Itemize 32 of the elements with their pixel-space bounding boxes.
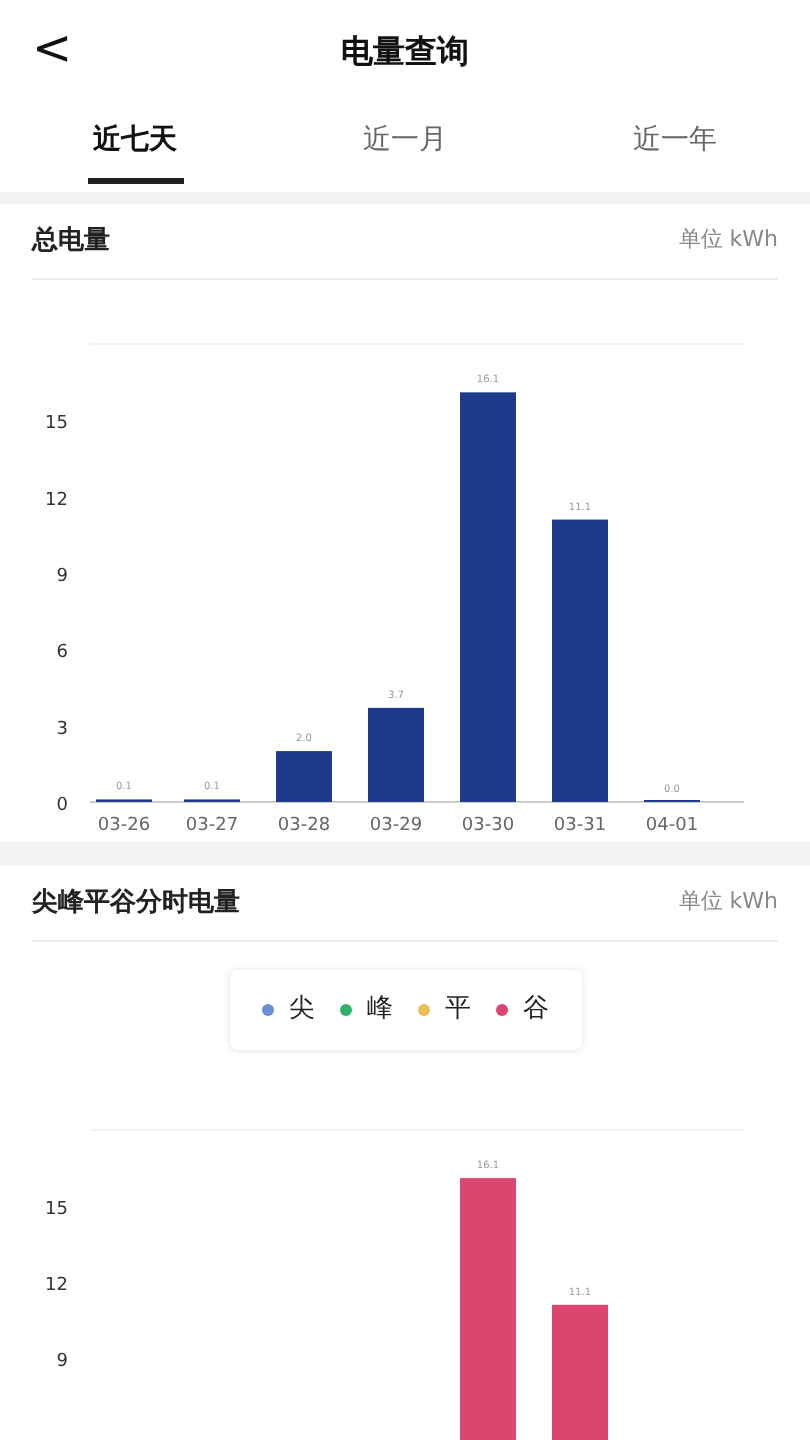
axis-category-label: 03-31 — [553, 815, 607, 834]
legend-label: 峰 — [367, 992, 393, 1029]
axis-tick-label: 12 — [45, 490, 68, 511]
legend-label: 平 — [445, 992, 471, 1029]
axis-tick-label: 6 — [56, 643, 68, 664]
tab[interactable]: 近一年 — [540, 104, 810, 192]
axis-category-label: 03-30 — [461, 815, 515, 834]
axis-tick-label: 3 — [56, 719, 68, 740]
axis-category-label: 03-26 — [97, 815, 151, 834]
unit-label: 单位 kWh — [678, 886, 778, 919]
bar — [368, 707, 424, 802]
axis-category-label: 03-28 — [277, 815, 331, 834]
legend-label: 尖 — [289, 992, 315, 1029]
bar — [276, 751, 332, 802]
axis-tick-label: 12 — [45, 1276, 68, 1296]
axis-tick-label: 9 — [56, 1352, 68, 1372]
unit-label: 单位 kWh — [678, 224, 778, 257]
tab[interactable]: 近七天 — [0, 104, 270, 192]
axis-category-label: 04-01 — [645, 815, 699, 834]
bar — [552, 1304, 608, 1440]
page-title: 电量查询 — [341, 30, 469, 74]
card-title: 尖峰平谷分时电量 — [32, 885, 240, 922]
legend-label: 谷 — [523, 992, 549, 1029]
axis-tick-label: 9 — [56, 566, 68, 587]
axis-category-label: 03-29 — [369, 815, 423, 834]
axis-tick-label: 0 — [56, 795, 68, 816]
axis-tick-label: 15 — [45, 414, 68, 435]
axis-tick-label: 15 — [45, 1200, 68, 1220]
axis-category-label: 03-27 — [185, 815, 239, 834]
tab[interactable]: 近一月 — [270, 104, 540, 192]
card-title: 总电量 — [32, 223, 110, 260]
back-button[interactable]: < — [24, 24, 81, 72]
